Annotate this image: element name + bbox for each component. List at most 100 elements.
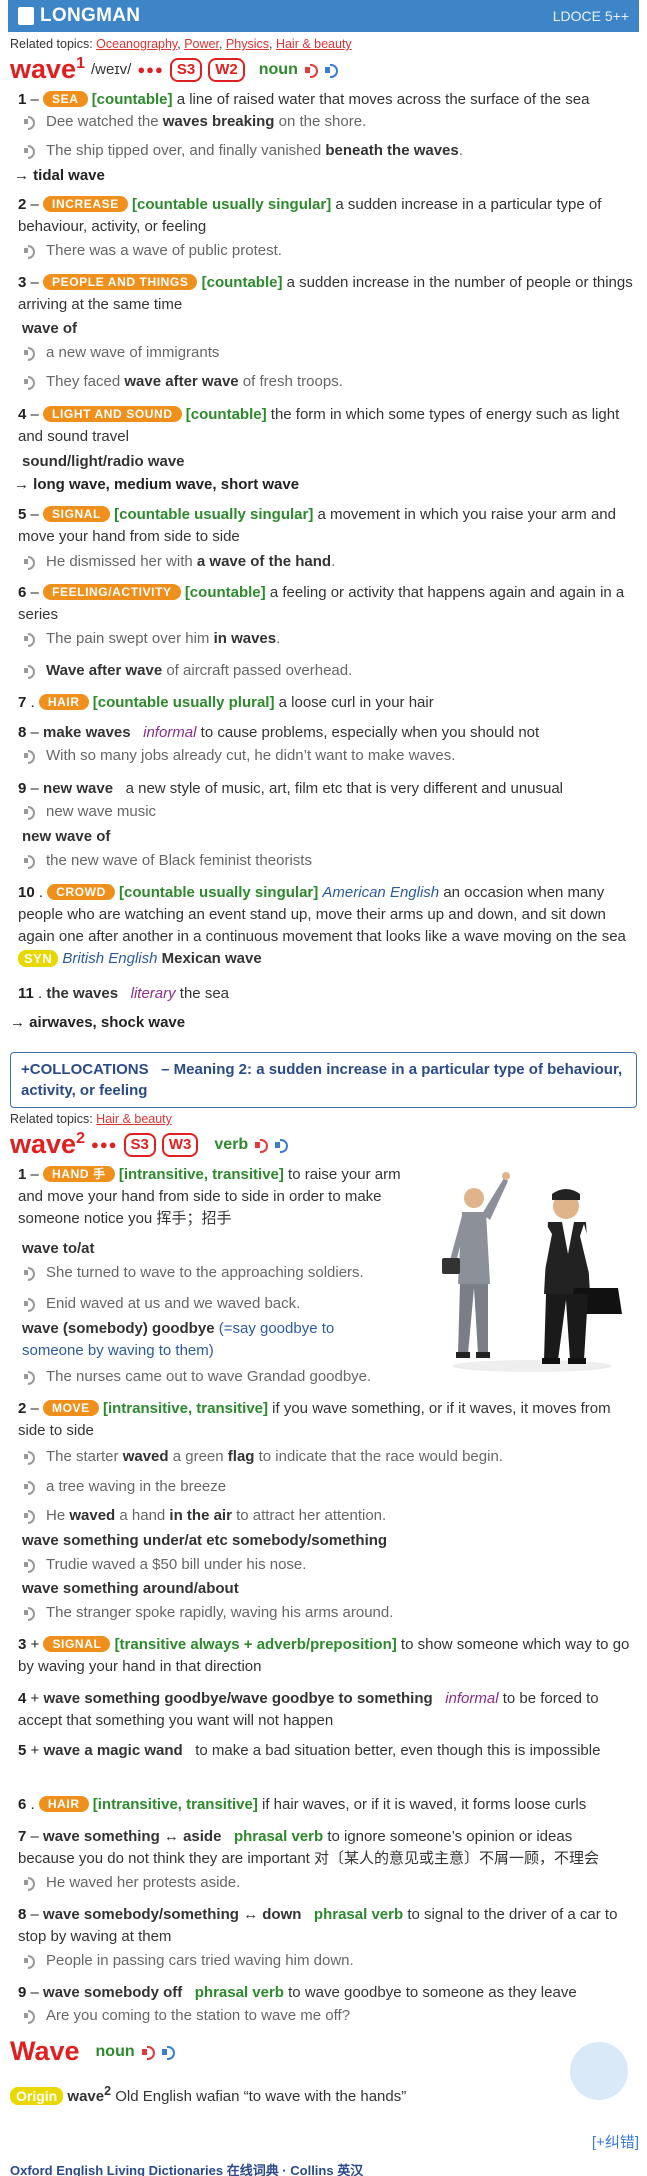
british-audio-icon[interactable] — [304, 63, 318, 78]
example: Trudie waved a $50 bill under his nose. — [24, 1554, 624, 1576]
origin-badge: Origin — [10, 2087, 64, 2105]
grammar-pattern: new wave of — [22, 828, 111, 845]
american-audio-icon[interactable] — [274, 1138, 289, 1153]
related-topics: Related topics: Oceanography, Power, Phy… — [10, 37, 352, 51]
verb-sense-4: 4 + wave something goodbye/wave goodbye … — [18, 1690, 599, 1729]
example-audio-icon[interactable] — [24, 633, 38, 648]
example-audio-icon[interactable] — [24, 116, 38, 131]
longman-logo[interactable]: LONGMAN — [18, 5, 140, 27]
example-audio-icon[interactable] — [24, 1371, 38, 1386]
waving-men-illustration — [442, 1172, 622, 1372]
example-audio-icon[interactable] — [24, 1510, 38, 1525]
frequency-dots: ●●● — [137, 62, 164, 77]
footer-links[interactable]: Oxford English Living Dictionaries 在线词典 … — [10, 2160, 363, 2176]
signpost: HAND 手 — [43, 1166, 115, 1182]
example-audio-icon[interactable] — [24, 1877, 38, 1892]
example: Are you coming to the station to wave me… — [24, 2005, 624, 2027]
cross-reference[interactable]: → airwaves, shock wave — [10, 1012, 185, 1034]
grammar-pattern: wave something around/about — [22, 1580, 239, 1597]
signpost: CROWD — [47, 884, 115, 900]
headword-row: wave2 ●●● S3 W3 verb — [10, 1129, 289, 1160]
spoken-frequency-badge: S3 — [123, 1132, 156, 1157]
signpost: HAIR — [38, 694, 89, 710]
headword: Wave — [10, 2036, 80, 2066]
topic-link[interactable]: Oceanography — [96, 37, 177, 51]
example-audio-icon[interactable] — [24, 665, 38, 680]
example-audio-icon[interactable] — [24, 1298, 38, 1313]
example-audio-icon[interactable] — [24, 2010, 38, 2025]
signpost: HAIR — [38, 1796, 89, 1812]
example-audio-icon[interactable] — [24, 1955, 38, 1970]
frequency-dots: ●●● — [90, 1137, 118, 1152]
grammar-pattern: sound/light/radio wave — [22, 453, 185, 470]
verb-sense-3: 3 + SIGNAL [transitive always + adverb/p… — [18, 1636, 630, 1675]
example: the new wave of Black feminist theorists — [24, 850, 624, 872]
example-audio-icon[interactable] — [24, 1451, 38, 1466]
sense-1: 1 – SEA [countable] a line of raised wat… — [18, 91, 590, 108]
spoken-frequency-badge: S3 — [169, 57, 203, 82]
topic-link[interactable]: Hair & beauty — [96, 1112, 172, 1126]
sense-10: 10 . CROWD [countable usually singular] … — [18, 884, 626, 967]
sense-7: 7 . HAIR [countable usually plural] a lo… — [18, 694, 434, 711]
signpost: LIGHT AND SOUND — [43, 406, 182, 422]
collocations-box[interactable]: +COLLOCATIONS – Meaning 2: a sudden incr… — [10, 1052, 637, 1108]
expand-icon[interactable]: + — [21, 1061, 30, 1078]
grammar-pattern: wave to/at — [22, 1240, 95, 1257]
part-of-speech: verb — [214, 1135, 249, 1153]
example-audio-icon[interactable] — [24, 347, 38, 362]
example: The starter waved a green flag to indica… — [24, 1446, 624, 1468]
example-audio-icon[interactable] — [24, 855, 38, 870]
part-of-speech: noun — [258, 60, 298, 78]
example-audio-icon[interactable] — [24, 1559, 38, 1574]
sense-3: 3 – PEOPLE AND THINGS [countable] a sudd… — [18, 274, 633, 313]
ship-icon — [18, 7, 34, 25]
headword: wave2 — [10, 1129, 85, 1159]
app-title: LONGMAN — [40, 5, 141, 26]
example: The nurses came out to wave Grandad good… — [24, 1366, 624, 1388]
related-topics: Related topics: Hair & beauty — [10, 1112, 172, 1126]
example: Dee watched the waves breaking on the sh… — [24, 111, 624, 133]
verb-sense-9: 9 – wave somebody off phrasal verb to wa… — [18, 1984, 577, 2001]
headword-row: Wave noun — [10, 2036, 175, 2067]
example-audio-icon[interactable] — [24, 1481, 38, 1496]
topic-link[interactable]: Power — [184, 37, 219, 51]
scroll-top-button[interactable] — [570, 2042, 628, 2100]
example: He waved a hand in the air to attract he… — [24, 1505, 624, 1527]
american-audio-icon[interactable] — [324, 63, 338, 78]
verb-sense-2: 2 – MOVE [intransitive, transitive] if y… — [18, 1400, 611, 1439]
example-audio-icon[interactable] — [24, 145, 38, 160]
grammar-pattern: wave of — [22, 320, 78, 337]
sense-5: 5 – SIGNAL [countable usually singular] … — [18, 506, 616, 545]
grammar-pattern: wave (somebody) goodbye (=say goodbye to… — [22, 1320, 335, 1359]
cross-reference[interactable]: → tidal wave — [14, 165, 105, 187]
example-audio-icon[interactable] — [24, 376, 38, 391]
signpost: MOVE — [43, 1400, 99, 1416]
headword-row: wave1 /weɪv/ ●●● S3 W2 noun — [10, 54, 338, 85]
signpost: PEOPLE AND THINGS — [43, 274, 198, 290]
verb-sense-7: 7 – wave something ↔ aside phrasal verb … — [18, 1828, 600, 1867]
example: He waved her protests aside. — [24, 1872, 624, 1894]
example: They faced wave after wave of fresh troo… — [24, 371, 624, 393]
pronunciation: /weɪv/ — [90, 61, 132, 78]
cross-reference[interactable]: → long wave, medium wave, short wave — [14, 474, 299, 496]
example-audio-icon[interactable] — [24, 1607, 38, 1622]
american-audio-icon[interactable] — [161, 2045, 175, 2060]
example-audio-icon[interactable] — [24, 750, 38, 765]
collocations-label: COLLOCATIONS — [29, 1061, 149, 1078]
sense-11: 11 . the waves literary the sea — [18, 985, 230, 1002]
report-error-link[interactable]: [+纠错] — [592, 2131, 639, 2152]
example-audio-icon[interactable] — [24, 806, 38, 821]
example: Enid waved at us and we waved back. — [24, 1293, 424, 1315]
example-audio-icon[interactable] — [24, 245, 38, 260]
example-audio-icon[interactable] — [24, 1267, 38, 1282]
example: The ship tipped over, and finally vanish… — [24, 140, 624, 162]
example: new wave music — [24, 801, 624, 823]
topic-link[interactable]: Hair & beauty — [276, 37, 352, 51]
example: He dismissed her with a wave of the hand… — [24, 551, 624, 573]
british-audio-icon[interactable] — [254, 1138, 269, 1153]
topic-link[interactable]: Physics — [226, 37, 269, 51]
word-origin: Origin wave2 Old English wafian “to wave… — [10, 2084, 406, 2105]
signpost: SEA — [43, 91, 88, 107]
example-audio-icon[interactable] — [24, 556, 38, 571]
british-audio-icon[interactable] — [141, 2045, 155, 2060]
